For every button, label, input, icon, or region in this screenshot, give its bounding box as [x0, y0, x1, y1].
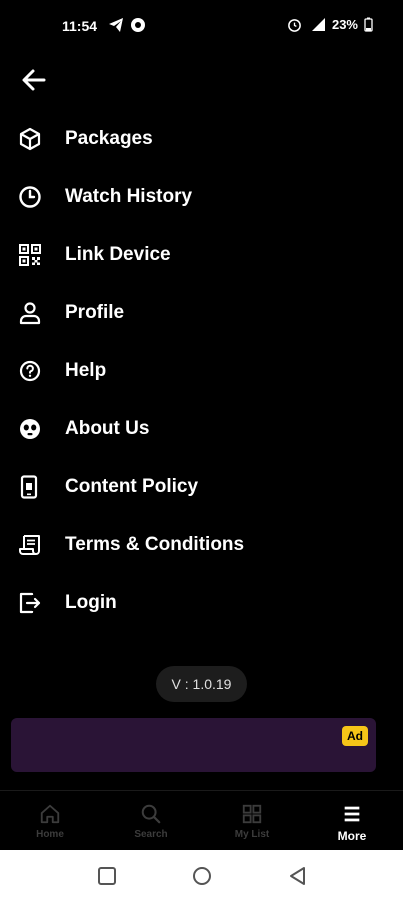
help-circle-icon	[19, 360, 41, 382]
home-circle-icon[interactable]	[191, 865, 213, 887]
qr-code-icon	[19, 244, 41, 266]
menu-item-profile[interactable]: Profile	[0, 284, 403, 342]
back-button[interactable]	[20, 66, 48, 94]
signal-icon	[311, 18, 325, 31]
search-icon	[141, 804, 161, 824]
ad-banner[interactable]: Ad	[11, 718, 376, 772]
telegram-icon	[109, 18, 123, 32]
status-right: 23%	[287, 17, 373, 32]
menu-item-label: Link Device	[65, 244, 171, 265]
login-icon	[19, 592, 41, 614]
menu-item-about-us[interactable]: About Us	[0, 400, 403, 458]
clock-icon	[19, 186, 41, 208]
status-notification-icons	[108, 17, 146, 33]
menu-item-label: Packages	[65, 128, 153, 149]
menu-item-label: Content Policy	[65, 476, 199, 497]
menu-item-login[interactable]: Login	[0, 574, 403, 632]
menu-item-packages[interactable]: Packages	[0, 110, 403, 168]
menu-icon	[344, 806, 360, 822]
back-triangle-icon[interactable]	[287, 865, 309, 887]
menu-item-label: Help	[65, 360, 107, 381]
nav-search[interactable]: Search	[111, 803, 191, 840]
nav-my-list[interactable]: My List	[212, 803, 292, 840]
menu-item-label: About Us	[65, 418, 150, 439]
scroll-icon	[19, 535, 40, 555]
nav-more[interactable]: More	[312, 803, 392, 843]
nav-home[interactable]: Home	[10, 803, 90, 840]
home-icon	[40, 804, 60, 824]
bottom-nav: Home Search My List More	[0, 790, 403, 851]
phone-document-icon	[20, 475, 38, 499]
nav-label: My List	[234, 829, 270, 840]
system-nav-bar	[0, 850, 403, 900]
record-icon	[131, 18, 145, 32]
nav-label: Home	[36, 829, 64, 840]
nav-label: Search	[134, 829, 168, 840]
menu-item-watch-history[interactable]: Watch History	[0, 168, 403, 226]
menu-item-label: Profile	[65, 302, 125, 323]
more-menu: Packages Watch History Link Device Profi…	[0, 110, 403, 632]
menu-item-label: Login	[65, 592, 117, 613]
battery-percent: 23%	[331, 17, 358, 32]
grid-icon	[242, 804, 262, 824]
menu-item-terms[interactable]: Terms & Conditions	[0, 516, 403, 574]
alarm-icon	[288, 19, 301, 32]
version-label: V : 1.0.19	[156, 666, 247, 702]
about-icon	[20, 419, 40, 439]
menu-item-link-device[interactable]: Link Device	[0, 226, 403, 284]
battery-icon	[364, 17, 373, 32]
package-icon	[19, 127, 41, 151]
arrow-left-icon	[22, 69, 46, 91]
status-bar: 11:54 23%	[0, 0, 403, 52]
menu-item-help[interactable]: Help	[0, 342, 403, 400]
status-time: 11:54	[62, 18, 98, 34]
nav-label: More	[337, 829, 367, 843]
recents-icon[interactable]	[96, 865, 118, 887]
menu-item-content-policy[interactable]: Content Policy	[0, 458, 403, 516]
user-icon	[19, 302, 41, 325]
menu-item-label: Terms & Conditions	[65, 534, 245, 555]
ad-badge: Ad	[342, 726, 368, 746]
menu-item-label: Watch History	[65, 186, 193, 207]
